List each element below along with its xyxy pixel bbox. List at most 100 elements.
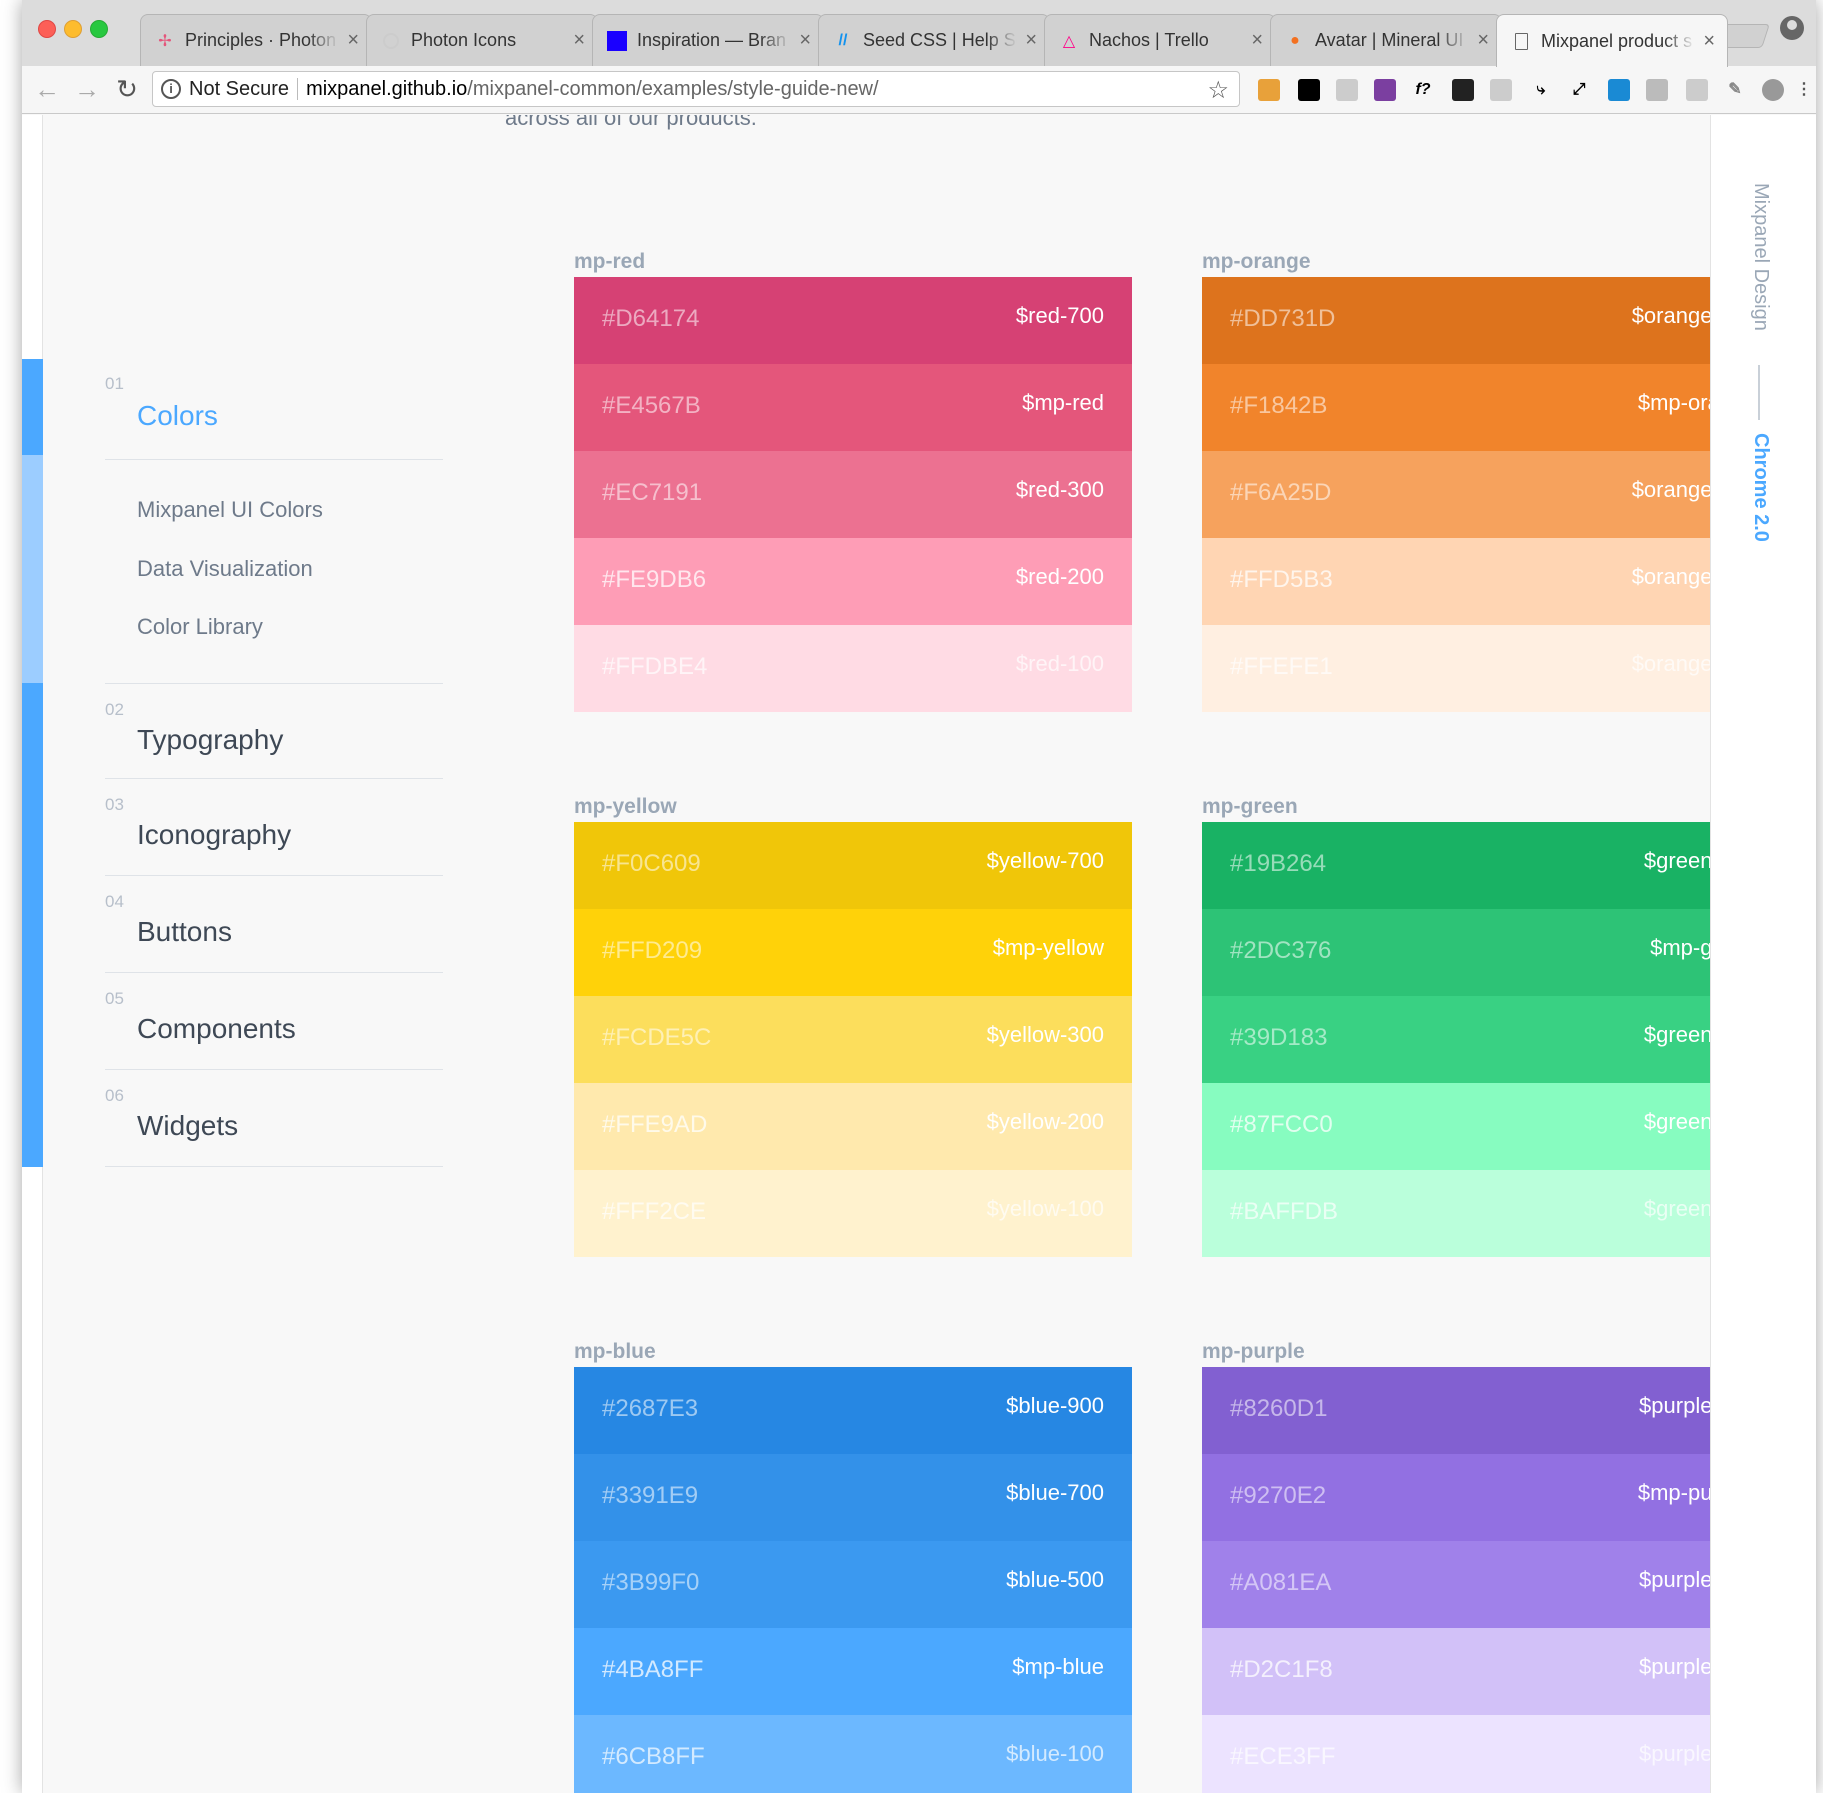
browser-tab[interactable]: △ Nachos | Trello ×	[1044, 14, 1276, 66]
nav-section-buttons[interactable]: 04 Buttons	[105, 876, 443, 973]
tab-close-icon[interactable]: ×	[1025, 29, 1037, 52]
bookmark-star-icon[interactable]: ☆	[1207, 76, 1229, 105]
info-icon[interactable]: i	[161, 79, 181, 99]
section-number: 03	[105, 795, 124, 814]
swatch-variable: $blue-500	[1006, 1567, 1104, 1592]
color-swatch[interactable]: #FFF2CE $yellow-100	[574, 1170, 1132, 1257]
swatch-variable: $yellow-700	[986, 848, 1104, 873]
back-arrow-icon[interactable]: ←	[32, 74, 62, 104]
window-minimize-button[interactable]	[64, 20, 82, 38]
extension-icon[interactable]	[1608, 79, 1630, 101]
expand-icon[interactable]: ⤢	[1568, 79, 1590, 101]
tab-close-icon[interactable]: ×	[347, 29, 359, 52]
swatch-variable: $orange-2	[1631, 564, 1710, 589]
swatch-hex: #39D183	[1230, 1024, 1328, 1051]
color-swatch[interactable]: #FFE9AD $yellow-200	[574, 1083, 1132, 1170]
color-swatch[interactable]: #D2C1F8 $purple-2	[1202, 1628, 1710, 1715]
browser-tab-active[interactable]: Mixpanel product s ×	[1496, 14, 1728, 67]
color-swatch[interactable]: #FFDBE4 $red-100	[574, 625, 1132, 712]
section-name[interactable]: Widgets	[137, 1110, 238, 1142]
color-swatch[interactable]: #6CB8FF $blue-100	[574, 1715, 1132, 1793]
window-maximize-button[interactable]	[90, 20, 108, 38]
color-swatch[interactable]: #FCDE5C $yellow-300	[574, 996, 1132, 1083]
loading-spinner-icon	[381, 31, 401, 51]
swatch-hex: #FFD209	[602, 937, 703, 964]
extension-icon[interactable]	[1762, 79, 1784, 101]
tab-close-icon[interactable]: ×	[573, 29, 585, 52]
color-swatch[interactable]: #19B264 $green-7	[1202, 822, 1710, 909]
menu-icon[interactable]: ⋮	[1796, 79, 1812, 101]
rail-title: Mixpanel Design	[1750, 183, 1772, 331]
nav-section-typography[interactable]: 02 Typography	[105, 683, 443, 779]
color-swatch[interactable]: #FE9DB6 $red-200	[574, 538, 1132, 625]
section-name[interactable]: Components	[137, 1013, 296, 1045]
extension-icon[interactable]	[1258, 79, 1280, 101]
color-swatch[interactable]: #EC7191 $red-300	[574, 451, 1132, 538]
color-swatch[interactable]: #FFEFE1 $orange-1	[1202, 625, 1710, 712]
browser-tab[interactable]: ✢ Principles · Photon ×	[140, 14, 372, 66]
tab-close-icon[interactable]: ×	[1251, 29, 1263, 52]
section-name[interactable]: Iconography	[137, 819, 291, 851]
extension-icon[interactable]	[1452, 79, 1474, 101]
extension-icon[interactable]	[1298, 79, 1320, 101]
browser-tab[interactable]: Photon Icons ×	[366, 14, 598, 66]
color-swatch[interactable]: #8260D1 $purple-7	[1202, 1367, 1710, 1454]
swatch-variable: $orange-7	[1631, 303, 1710, 328]
nav-item-mixpanel-ui-colors[interactable]: Mixpanel UI Colors	[137, 497, 323, 523]
extension-icon[interactable]	[1336, 79, 1358, 101]
palette-mp-blue: mp-blue #2687E3 $blue-900 #3391E9 $blue-700 #…	[574, 1340, 1132, 1793]
extension-icon[interactable]: ⤷	[1530, 79, 1552, 101]
color-swatch[interactable]: #A081EA $purple-3	[1202, 1541, 1710, 1628]
browser-tab[interactable]: Inspiration — Bran ×	[592, 14, 824, 66]
nav-item-color-library[interactable]: Color Library	[137, 614, 263, 640]
color-swatch[interactable]: #F1842B $mp-oran	[1202, 364, 1710, 451]
color-swatch[interactable]: #E4567B $mp-red	[574, 364, 1132, 451]
extension-icon[interactable]	[1646, 79, 1668, 101]
section-name[interactable]: Buttons	[137, 916, 232, 948]
color-swatch[interactable]: #DD731D $orange-7	[1202, 277, 1710, 364]
color-swatch[interactable]: #4BA8FF $mp-blue	[574, 1628, 1132, 1715]
color-swatch[interactable]: #D64174 $red-700	[574, 277, 1132, 364]
section-name[interactable]: Typography	[137, 724, 283, 756]
nav-section-colors[interactable]: 01 Colors	[105, 360, 443, 460]
swatch-variable: $blue-700	[1006, 1480, 1104, 1505]
window-close-button[interactable]	[38, 20, 56, 38]
onenote-icon[interactable]	[1374, 79, 1396, 101]
tab-close-icon[interactable]: ×	[1703, 30, 1715, 53]
tab-close-icon[interactable]: ×	[1477, 29, 1489, 52]
nav-section-iconography[interactable]: 03 Iconography	[105, 779, 443, 876]
color-swatch[interactable]: #2687E3 $blue-900	[574, 1367, 1132, 1454]
color-swatch[interactable]: #FFD209 $mp-yellow	[574, 909, 1132, 996]
reload-icon[interactable]: ↻	[112, 74, 142, 104]
color-swatch[interactable]: #9270E2 $mp-purp	[1202, 1454, 1710, 1541]
palette-mp-green: mp-green #19B264 $green-7 #2DC376 $mp-gre #39…	[1202, 795, 1710, 1257]
rail-brand[interactable]: Chrome 2.0	[1749, 433, 1772, 542]
browser-tab[interactable]: // Seed CSS | Help Sc ×	[818, 14, 1050, 66]
color-swatch[interactable]: #ECE3FF $purple-1	[1202, 1715, 1710, 1793]
color-swatch[interactable]: #3B99F0 $blue-500	[574, 1541, 1132, 1628]
swatch-hex: #BAFFDB	[1230, 1198, 1339, 1225]
extension-icon[interactable]	[1490, 79, 1512, 101]
nav-section-widgets[interactable]: 06 Widgets	[105, 1070, 443, 1167]
section-name[interactable]: Colors	[137, 400, 218, 432]
color-swatch[interactable]: #F6A25D $orange-3	[1202, 451, 1710, 538]
color-swatch[interactable]: #3391E9 $blue-700	[574, 1454, 1132, 1541]
forward-arrow-icon[interactable]: →	[72, 74, 102, 104]
color-swatch[interactable]: #87FCC0 $green-2	[1202, 1083, 1710, 1170]
color-swatch[interactable]: #BAFFDB $green-1	[1202, 1170, 1710, 1257]
nav-item-data-visualization[interactable]: Data Visualization	[137, 556, 313, 582]
color-swatch[interactable]: #2DC376 $mp-gre	[1202, 909, 1710, 996]
color-swatch[interactable]: #FFD5B3 $orange-2	[1202, 538, 1710, 625]
extension-icon[interactable]: ✎	[1724, 79, 1746, 101]
swatch-variable: $mp-yellow	[992, 935, 1104, 960]
extension-icon[interactable]	[1686, 79, 1708, 101]
nav-section-components[interactable]: 05 Components	[105, 973, 443, 1070]
color-swatch[interactable]: #F0C609 $yellow-700	[574, 822, 1132, 909]
profile-icon[interactable]	[1780, 16, 1804, 40]
color-swatch[interactable]: #39D183 $green-3	[1202, 996, 1710, 1083]
tab-close-icon[interactable]: ×	[799, 29, 811, 52]
swatch-variable: $yellow-200	[986, 1109, 1104, 1134]
address-bar[interactable]: i Not Secure mixpanel.github.io/mixpanel…	[152, 71, 1240, 107]
function-icon[interactable]: f?	[1412, 79, 1434, 101]
browser-tab[interactable]: ● Avatar | Mineral UI ×	[1270, 14, 1502, 66]
